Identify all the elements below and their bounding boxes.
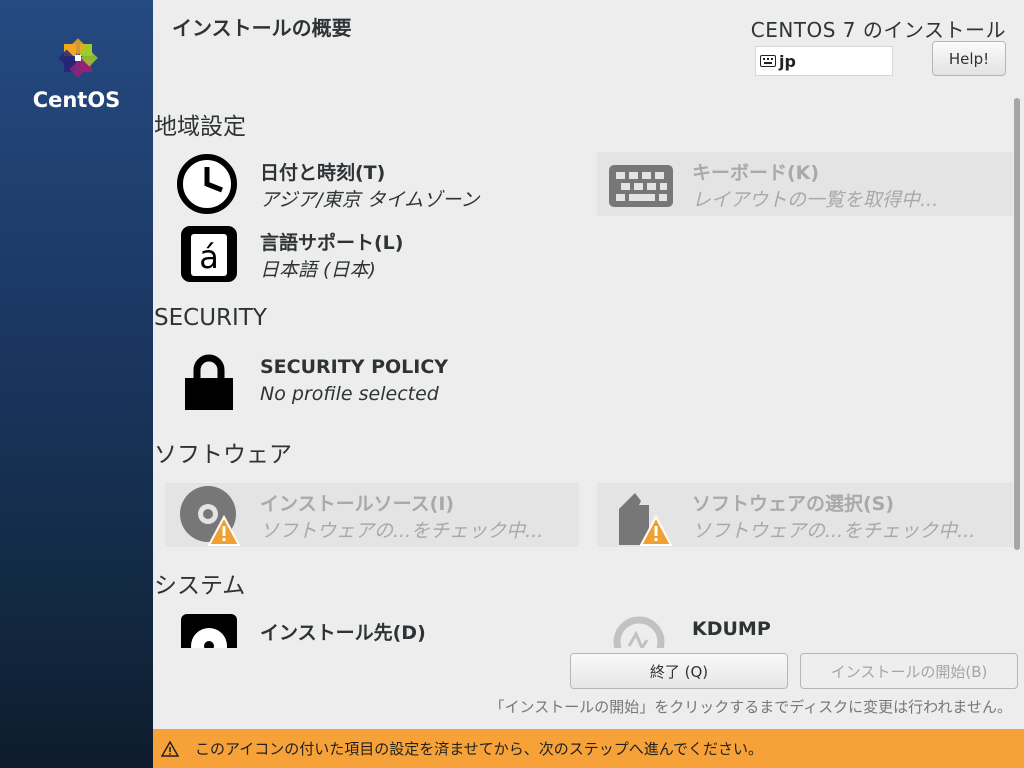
spoke-datetime-status: アジア/東京 タイムゾーン [260,189,480,211]
warning-icon [161,740,179,757]
spoke-language[interactable]: á 言語サポート(L) 日本語 (日本) [165,222,565,286]
disk-change-note: 「インストールの開始」をクリックするまでディスクに変更は行われません。 [489,698,1012,716]
package-warning-icon [619,493,673,546]
section-software: ソフトウェア [154,442,292,468]
main-area: インストールの概要 CENTOS 7 のインストール jp Help! 地域設定… [153,0,1024,768]
spoke-software-title: ソフトウェアの選択(S) [692,493,895,515]
quit-button[interactable]: 終了 (Q) [570,653,788,689]
language-icon: á [181,226,237,282]
spoke-keyboard[interactable]: キーボード(K) レイアウトの一覧を取得中... [597,152,1013,216]
hub-scrollbar-thumb[interactable] [1014,98,1020,550]
hub-scrollbar[interactable] [1013,96,1021,648]
spoke-source-status: ソフトウェアの...をチェック中... [260,520,544,542]
spoke-datetime[interactable]: 日付と時刻(T) アジア/東京 タイムゾーン [165,152,565,216]
harddisk-icon [181,614,237,648]
page-title: インストールの概要 [172,16,352,40]
section-system: システム [154,573,246,599]
hub-scroll-area: 地域設定 日付と時刻(T) アジア/東京 タイムゾーン キーボード(K) レイア… [153,96,1013,648]
lock-icon [185,354,233,410]
brand-name: CentOS [32,88,121,112]
spoke-install-source[interactable]: インストールソース(I) ソフトウェアの...をチェック中... [165,483,579,547]
warning-text: このアイコンの付いた項目の設定を済ませてから、次のステップへ進んでください。 [195,740,764,758]
spoke-kdump-title: KDUMP [692,618,771,640]
spoke-software-status: ソフトウェアの...をチェック中... [692,520,976,542]
svg-text:á: á [199,238,219,276]
keyboard-small-icon [760,55,776,67]
product-title: CENTOS 7 のインストール [750,18,1006,42]
clock-icon [177,154,237,214]
section-security: SECURITY [154,305,267,331]
keyboard-layout-value: jp [779,51,796,71]
keyboard-layout-indicator[interactable]: jp [755,46,893,76]
section-localization: 地域設定 [154,114,246,140]
spoke-security-status: No profile selected [260,383,439,405]
spoke-destination-title: インストール先(D) [260,622,426,644]
spoke-security-policy[interactable]: SECURITY POLICY No profile selected [165,350,565,414]
spoke-software-selection[interactable]: ソフトウェアの選択(S) ソフトウェアの...をチェック中... [597,483,1013,547]
kdump-icon [613,616,665,648]
spoke-datetime-title: 日付と時刻(T) [260,162,386,184]
warning-bar: このアイコンの付いた項目の設定を済ませてから、次のステップへ進んでください。 [153,729,1024,768]
centos-logo-icon [58,38,98,78]
spoke-kdump[interactable]: KDUMP [597,612,1013,648]
spoke-keyboard-status: レイアウトの一覧を取得中... [692,189,939,211]
help-button[interactable]: Help! [932,41,1006,76]
sidebar: CentOS [0,0,153,768]
begin-installation-button[interactable]: インストールの開始(B) [800,653,1018,689]
keyboard-icon [609,165,673,207]
disc-warning-icon [180,486,241,546]
spoke-keyboard-title: キーボード(K) [692,162,820,184]
spoke-security-title: SECURITY POLICY [260,356,449,378]
spoke-install-destination[interactable]: インストール先(D) [165,612,565,648]
spoke-language-title: 言語サポート(L) [260,232,404,254]
spoke-language-status: 日本語 (日本) [260,259,376,281]
spoke-source-title: インストールソース(I) [260,493,455,515]
